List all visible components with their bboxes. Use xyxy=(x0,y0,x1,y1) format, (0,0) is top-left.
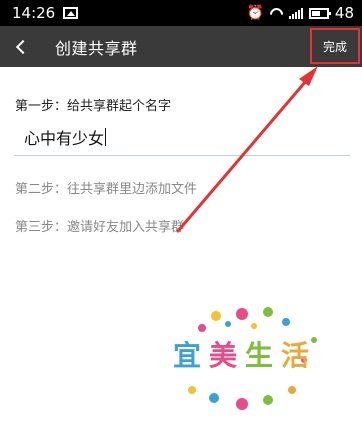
watermark-logo: 宜 美 生 活 xyxy=(164,300,324,416)
watermark-char: 美 xyxy=(208,339,237,372)
screen: 14:26 ⏰ 48 创建共享群 完成 第一步：给共享群起个名字 心中有少女 第… xyxy=(0,0,362,426)
watermark-char: 宜 xyxy=(172,339,201,372)
watermark-char: 活 xyxy=(280,339,309,372)
watermark-char: 生 xyxy=(244,339,273,372)
